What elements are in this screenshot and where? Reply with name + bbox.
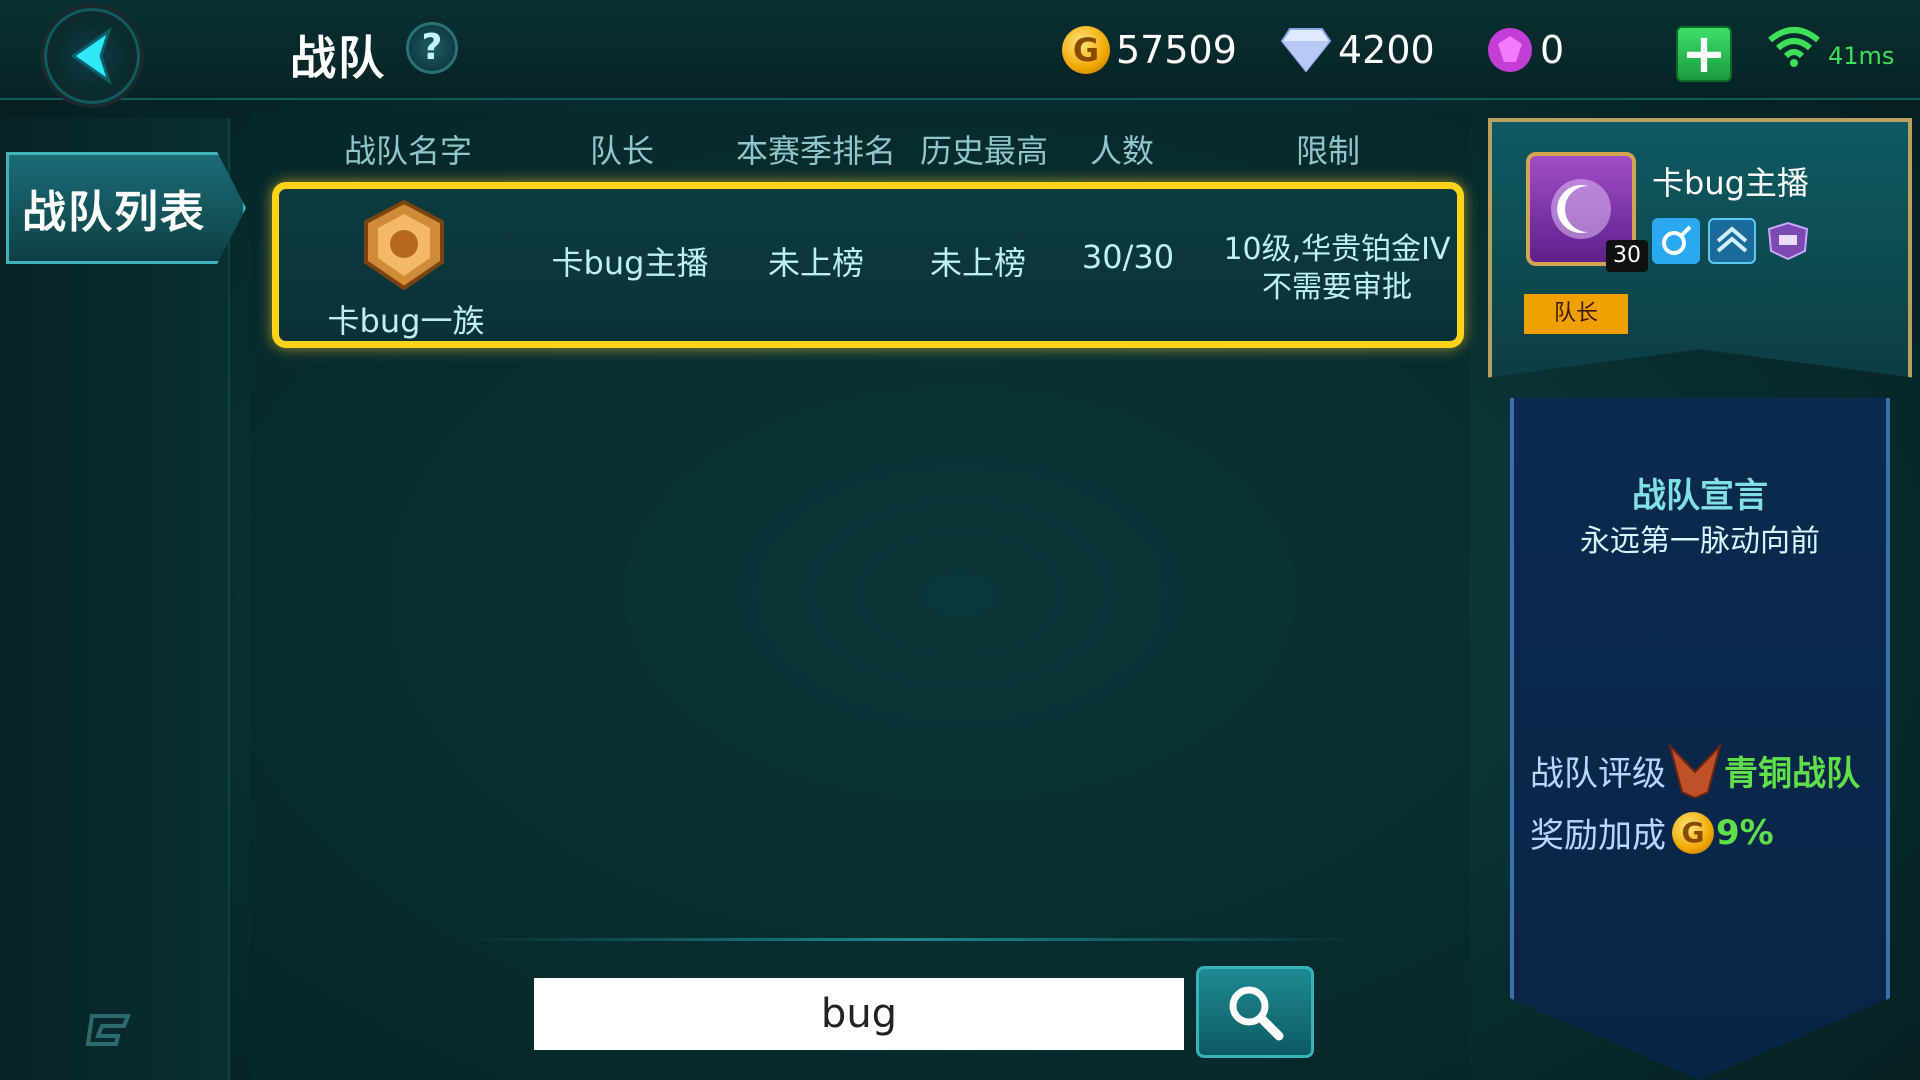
rank-chevron-icon [1708,218,1756,264]
team-rating-label: 战队评级 [1530,753,1666,794]
add-currency-button[interactable]: + [1676,26,1732,82]
row-leader: 卡bug主播 [551,244,709,282]
search-button[interactable] [1196,966,1314,1058]
row-season-rank: 未上榜 [767,244,864,282]
bronze-rank-icon [1668,742,1722,798]
gold-coin-icon: G [1672,811,1714,854]
diamond-amount: 4200 [1338,28,1435,72]
diamond-counter: 4200 [1280,20,1435,80]
gem-amount: 0 [1540,28,1565,72]
leader-badges [1652,218,1812,264]
leader-name: 卡bug主播 [1652,164,1809,202]
tab-team-list-label: 战队列表 [22,187,206,238]
row-members: 30/30 [1081,238,1175,276]
back-button[interactable] [40,4,144,108]
network-status: 41ms [1766,24,1894,70]
page-title: 战队 [290,31,386,85]
gem-counter: 0 [1486,20,1564,80]
gold-counter: G 57509 [1062,20,1237,80]
manifesto-title: 战队宣言 [1632,476,1768,516]
help-button[interactable]: ? [406,22,458,74]
role-badge: 队长 [1524,294,1628,334]
team-rating-value: 青铜战队 [1724,753,1860,794]
wifi-icon [1768,27,1820,67]
row-team-name: 卡bug一族 [327,302,485,340]
reward-bonus-label: 奖励加成 [1530,816,1666,856]
purple-gem-icon [1488,28,1532,72]
top-bar: 战队 ? G 57509 4200 0 + 41ms [0,0,1920,108]
manifesto-text: 永远第一脉动向前 [1580,524,1820,559]
column-header-members: 人数 [1090,132,1155,170]
column-header-leader: 队长 [590,132,655,170]
search-icon [1229,986,1284,1041]
column-header-team-name: 战队名字 [344,132,473,170]
team-emblem-icon [362,199,446,291]
team-profile-panel: 30 卡bug主播 队长 战队宣言 永远第一脉动向前 战队评级 青铜战队 奖励加… [1488,118,1912,1080]
column-header-season-rank: 本赛季排名 [736,132,897,170]
tab-team-list[interactable]: 战队列表 [6,152,246,264]
vip-badge-icon [1764,218,1812,264]
reward-bonus-value: 9% [1716,812,1774,853]
team-rating: 战队评级 青铜战队 [1530,742,1860,798]
game-logo-icon [84,1010,132,1054]
row-limit-approval: 不需要审批 [1262,270,1412,305]
leader-level: 30 [1606,240,1648,272]
search-input[interactable] [534,978,1184,1050]
back-arrow-icon [70,27,112,85]
male-gender-icon [1652,218,1700,264]
ping-value: 41ms [1828,42,1895,70]
gold-coin-icon: G [1062,26,1110,74]
gold-amount: 57509 [1116,28,1237,72]
column-header-best-rank: 历史最高 [920,132,1049,170]
diamond-icon [1280,28,1332,73]
column-header-limit: 限制 [1296,132,1361,170]
row-best-rank: 未上榜 [929,244,1026,282]
search-divider [460,938,1360,941]
reward-bonus: 奖励加成 G 9% [1530,808,1774,857]
